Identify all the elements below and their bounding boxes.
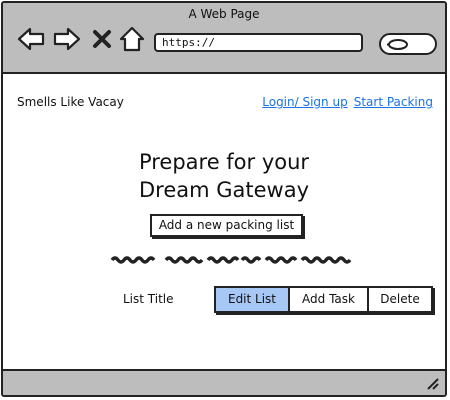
edit-list-button[interactable]: Edit List [216,288,290,311]
browser-chrome: A Web Page https:// [3,3,445,74]
url-bar[interactable]: https:// [154,33,363,52]
header-links: Login/ Sign up Start Packing [262,95,433,109]
start-packing-link[interactable]: Start Packing [354,95,433,109]
site-brand: Smells Like Vacay [17,95,124,109]
heading-line-1: Prepare for your [138,150,310,174]
home-icon[interactable] [119,25,145,53]
search-icon [387,39,408,50]
heading-line-2: Dream Gateway [138,178,310,202]
add-packing-list-button[interactable]: Add a new packing list [150,214,303,237]
browser-search-box[interactable] [379,33,437,55]
status-bar [3,369,445,395]
window-title: A Web Page [188,7,260,21]
resize-grip-icon[interactable] [425,376,439,390]
page-heading: Prepare for your Dream Gateway [3,148,445,204]
login-signup-link[interactable]: Login/ Sign up [262,95,347,109]
add-task-button[interactable]: Add Task [290,288,369,311]
list-actions-button-group: Edit List Add Task Delete [214,286,433,313]
back-arrow-icon[interactable] [17,25,45,53]
list-title: List Title [123,292,174,306]
browser-window: A Web Page https:// Smells Like Vacay Lo… [1,1,447,397]
close-x-icon[interactable] [91,25,113,53]
delete-button[interactable]: Delete [369,288,431,311]
placeholder-text-scribble [110,256,352,264]
forward-arrow-icon[interactable] [53,25,81,53]
